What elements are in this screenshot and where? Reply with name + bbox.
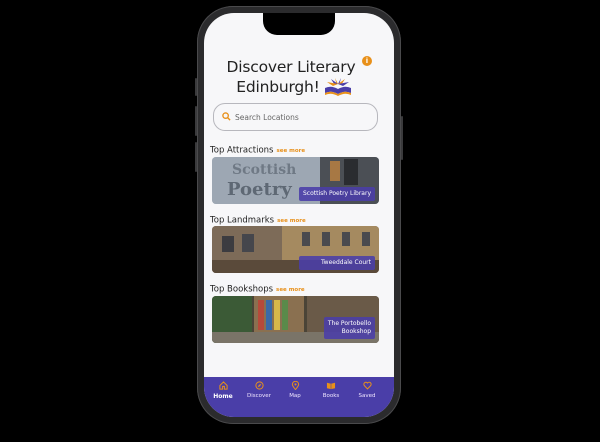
phone-side-button	[195, 78, 197, 96]
section-header-landmarks: Top Landmarks see more	[210, 210, 306, 226]
home-icon	[218, 381, 228, 390]
tab-label: Home	[213, 393, 233, 400]
card-label: Scottish Poetry Library	[298, 187, 375, 201]
section-header-attractions: Top Attractions see more	[210, 140, 305, 156]
landmark-card[interactable]: Tweeddale Court	[212, 226, 379, 273]
card-label: Tweeddale Court	[298, 256, 375, 270]
attraction-card[interactable]: Scottish Poetry Scottish Poetry Library	[212, 157, 379, 204]
tab-books[interactable]: Books	[312, 381, 350, 399]
page-title-line1: Discover Literary	[226, 58, 356, 76]
bookshop-card[interactable]: The Portobello Bookshop	[212, 296, 379, 343]
compass-icon	[254, 381, 264, 390]
tab-discover[interactable]: Discover	[240, 381, 278, 399]
see-more-link[interactable]: see more	[276, 287, 305, 293]
card-label: The Portobello Bookshop	[323, 317, 375, 339]
tab-label: Books	[322, 393, 340, 399]
open-book-logo-icon	[325, 78, 351, 96]
search-bar[interactable]	[213, 103, 378, 131]
tab-label: Saved	[358, 393, 376, 399]
section-title: Top Bookshops	[210, 284, 274, 295]
card-label-line2: Bookshop	[341, 328, 371, 335]
tab-saved[interactable]: Saved	[348, 381, 386, 399]
card-label-line1: The Portobello	[327, 320, 371, 327]
app-screen: Discover Literary Edinburgh! i Top Attra…	[204, 13, 394, 417]
svg-text:Scottish: Scottish	[232, 162, 296, 178]
svg-text:Poetry: Poetry	[227, 179, 292, 200]
section-header-bookshops: Top Bookshops see more	[210, 279, 305, 295]
map-pin-icon	[291, 381, 299, 390]
heart-icon	[362, 381, 372, 390]
tab-label: Discover	[247, 393, 271, 399]
see-more-link[interactable]: see more	[276, 148, 305, 154]
tab-label: Map	[289, 393, 301, 399]
section-title: Top Landmarks	[210, 215, 275, 226]
see-more-link[interactable]: see more	[277, 218, 306, 224]
phone-volume-up	[195, 106, 197, 136]
phone-volume-down	[195, 142, 197, 172]
book-icon	[326, 382, 336, 390]
info-icon[interactable]: i	[362, 56, 372, 66]
tab-home[interactable]: Home	[204, 381, 242, 400]
search-icon	[222, 112, 231, 121]
phone-power-button	[401, 116, 403, 160]
search-input[interactable]	[235, 109, 370, 125]
bottom-tab-bar: Home Discover Map Books Saved	[204, 377, 394, 417]
phone-notch	[263, 13, 335, 35]
section-title: Top Attractions	[210, 145, 274, 156]
phone-frame: Discover Literary Edinburgh! i Top Attra…	[195, 6, 403, 424]
tab-map[interactable]: Map	[276, 381, 314, 399]
